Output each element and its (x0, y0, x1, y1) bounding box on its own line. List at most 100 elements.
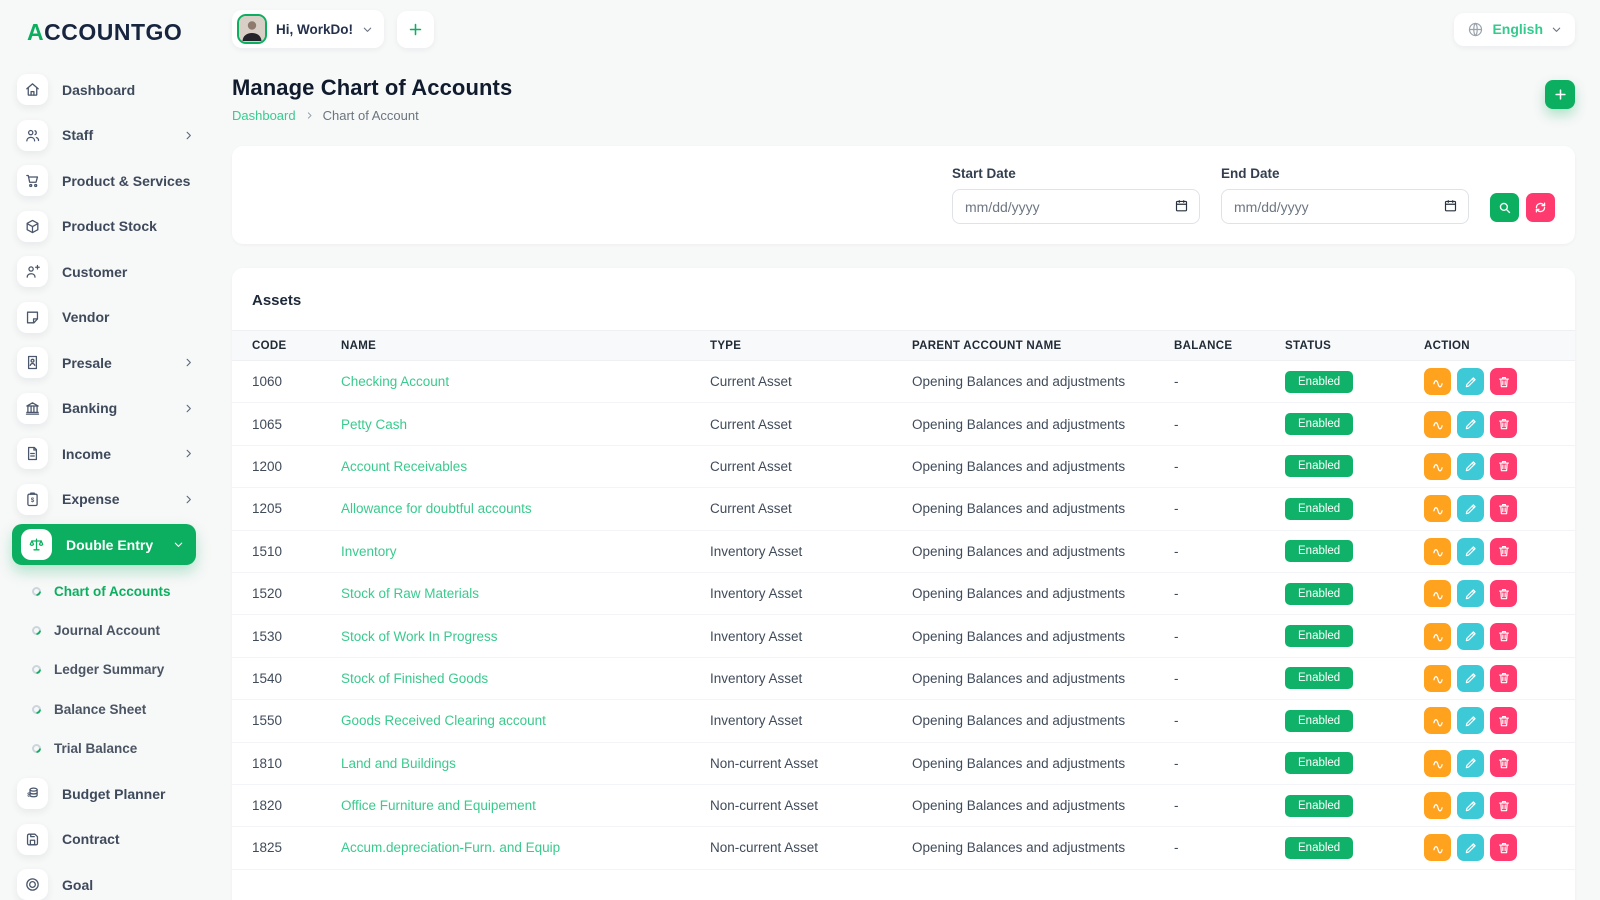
end-date-input[interactable] (1221, 189, 1469, 224)
delete-button[interactable] (1490, 580, 1517, 608)
user-plus-icon (17, 256, 48, 288)
sidebar-item-customer[interactable]: Customer (0, 249, 212, 295)
account-name-link[interactable]: Stock of Work In Progress (341, 629, 498, 644)
search-button[interactable] (1490, 193, 1519, 222)
subitem-label: Balance Sheet (54, 701, 147, 717)
sidebar-item-goal[interactable]: Goal (0, 862, 212, 900)
account-name-link[interactable]: Office Furniture and Equipement (341, 798, 536, 813)
wave-transactions-icon (1432, 464, 1443, 472)
delete-button[interactable] (1490, 749, 1517, 777)
delete-button[interactable] (1490, 495, 1517, 523)
account-type: Non-current Asset (710, 755, 819, 771)
transactions-button[interactable] (1424, 537, 1451, 565)
sidebar-item-budget-planner[interactable]: $ Budget Planner (0, 771, 212, 817)
account-name-link[interactable]: Allowance for doubtful accounts (341, 501, 532, 516)
transactions-button[interactable] (1424, 622, 1451, 650)
subitem-label: Chart of Accounts (54, 584, 171, 600)
sidebar-item-presale[interactable]: Presale (0, 340, 212, 386)
account-name-link[interactable]: Land and Buildings (341, 756, 456, 771)
chevron-right-icon (305, 111, 314, 120)
bank-icon (17, 392, 48, 424)
user-menu[interactable]: Hi, WorkDo! (232, 10, 384, 48)
edit-button[interactable] (1457, 495, 1484, 523)
sidebar-item-banking[interactable]: Banking (0, 386, 212, 432)
account-code: 1820 (252, 798, 283, 814)
sidebar-item-expense[interactable]: $ Expense (0, 477, 212, 523)
sidebar-item-double-entry[interactable]: Double Entry (12, 524, 196, 565)
delete-button[interactable] (1490, 834, 1517, 862)
language-selector[interactable]: English (1454, 12, 1575, 46)
chevron-down-icon (1551, 24, 1562, 35)
edit-button[interactable] (1457, 410, 1484, 438)
account-name-link[interactable]: Stock of Finished Goods (341, 671, 488, 686)
edit-button[interactable] (1457, 664, 1484, 692)
edit-button[interactable] (1457, 749, 1484, 777)
transactions-button[interactable] (1424, 495, 1451, 523)
transactions-button[interactable] (1424, 664, 1451, 692)
transactions-button[interactable] (1424, 368, 1451, 396)
sidebar-item-vendor[interactable]: Vendor (0, 295, 212, 341)
edit-button[interactable] (1457, 452, 1484, 480)
sidebar-item-income[interactable]: Income (0, 431, 212, 477)
account-name-link[interactable]: Petty Cash (341, 417, 407, 432)
delete-button[interactable] (1490, 410, 1517, 438)
column-header-status: STATUS (1285, 339, 1332, 352)
transactions-button[interactable] (1424, 749, 1451, 777)
account-name-link[interactable]: Goods Received Clearing account (341, 713, 546, 728)
edit-button[interactable] (1457, 580, 1484, 608)
sidebar-item-product-stock[interactable]: Product Stock (0, 204, 212, 250)
trash-delete-icon (1498, 588, 1509, 599)
sidebar-subitem-balance-sheet[interactable]: Balance Sheet (0, 690, 212, 729)
create-account-button[interactable] (1545, 80, 1575, 109)
edit-button[interactable] (1457, 834, 1484, 862)
account-name-link[interactable]: Inventory (341, 544, 397, 559)
breadcrumb-dashboard-link[interactable]: Dashboard (232, 108, 296, 123)
edit-button[interactable] (1457, 368, 1484, 396)
delete-button[interactable] (1490, 664, 1517, 692)
delete-button[interactable] (1490, 537, 1517, 565)
transactions-button[interactable] (1424, 580, 1451, 608)
sidebar-subitem-chart-of-accounts[interactable]: Chart of Accounts (0, 572, 212, 611)
sidebar-item-label: Goal (62, 876, 94, 893)
row-actions (1424, 749, 1555, 777)
sidebar-subitem-trial-balance[interactable]: Trial Balance (0, 729, 212, 768)
parent-account-name: Opening Balances and adjustments (912, 670, 1126, 686)
subitem-label: Ledger Summary (54, 662, 165, 678)
sidebar-item-dashboard[interactable]: Dashboard (0, 67, 212, 113)
sidebar-item-label: Presale (62, 354, 112, 371)
sidebar-item-contract[interactable]: Contract (0, 816, 212, 862)
transactions-button[interactable] (1424, 707, 1451, 735)
edit-button[interactable] (1457, 707, 1484, 735)
account-name-link[interactable]: Checking Account (341, 374, 449, 389)
transactions-button[interactable] (1424, 410, 1451, 438)
note-icon (17, 301, 48, 333)
account-name-link[interactable]: Accum.depreciation-Furn. and Equip (341, 840, 560, 855)
delete-button[interactable] (1490, 368, 1517, 396)
sidebar-item-product-services[interactable]: Product & Services (0, 158, 212, 204)
chevron-right-icon (183, 448, 194, 459)
account-name-link[interactable]: Account Receivables (341, 459, 467, 474)
sidebar-item-staff[interactable]: Staff (0, 113, 212, 159)
transactions-button[interactable] (1424, 452, 1451, 480)
status-badge: Enabled (1285, 794, 1354, 817)
delete-button[interactable] (1490, 792, 1517, 820)
edit-button[interactable] (1457, 792, 1484, 820)
quick-add-button[interactable] (397, 10, 434, 48)
account-name-link[interactable]: Stock of Raw Materials (341, 586, 479, 601)
transactions-button[interactable] (1424, 792, 1451, 820)
sidebar-subitem-ledger-summary[interactable]: Ledger Summary (0, 650, 212, 689)
bullet-icon (30, 624, 43, 638)
edit-button[interactable] (1457, 537, 1484, 565)
table-row: 1065 Petty Cash Current Asset Opening Ba… (232, 403, 1575, 446)
sidebar-subitem-journal-account[interactable]: Journal Account (0, 611, 212, 650)
delete-button[interactable] (1490, 622, 1517, 650)
delete-button[interactable] (1490, 452, 1517, 480)
status-badge: Enabled (1285, 497, 1354, 520)
start-date-input[interactable] (952, 189, 1200, 224)
delete-button[interactable] (1490, 707, 1517, 735)
account-type: Non-current Asset (710, 840, 819, 856)
transactions-button[interactable] (1424, 834, 1451, 862)
reset-button[interactable] (1526, 193, 1555, 222)
edit-button[interactable] (1457, 622, 1484, 650)
status-badge: Enabled (1285, 413, 1354, 436)
